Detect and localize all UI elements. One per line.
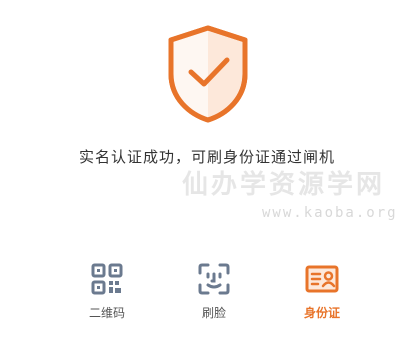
tab-face-scan[interactable]: 刷脸 bbox=[174, 262, 254, 321]
watermark-text: 仙办学资源学网 bbox=[182, 170, 386, 200]
tab-qr-code[interactable]: 二维码 bbox=[67, 262, 147, 321]
tab-id-card[interactable]: 身份证 bbox=[282, 262, 362, 321]
bottom-tab-bar: 二维码 刷脸 身份证 bbox=[0, 262, 414, 332]
qr-code-icon bbox=[90, 262, 124, 296]
tab-face-scan-label: 刷脸 bbox=[201, 306, 226, 320]
tab-id-card-label: 身份证 bbox=[303, 306, 340, 320]
shield-check-icon bbox=[165, 24, 251, 124]
id-card-icon bbox=[305, 262, 339, 296]
verification-success-screen: 实名认证成功，可刷身份证通过闸机 仙办学资源学网 www.kaoba.org 二… bbox=[0, 0, 414, 359]
watermark: 仙办学资源学网 www.kaoba.org bbox=[182, 164, 414, 221]
success-message: 实名认证成功，可刷身份证通过闸机 bbox=[78, 148, 335, 166]
face-scan-icon bbox=[197, 262, 231, 296]
tab-qr-code-label: 二维码 bbox=[88, 306, 125, 320]
watermark-url: www.kaoba.org bbox=[262, 205, 398, 221]
